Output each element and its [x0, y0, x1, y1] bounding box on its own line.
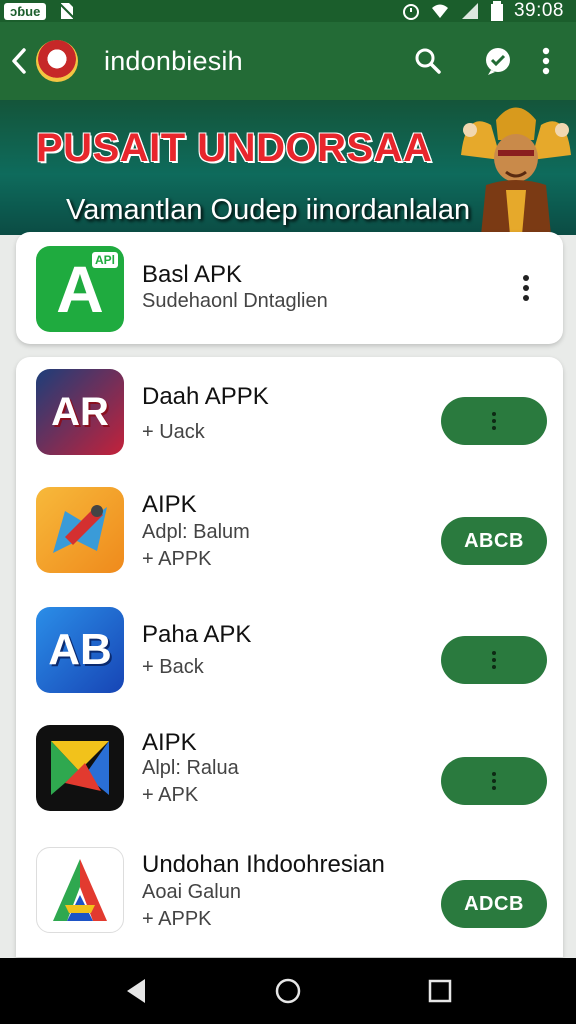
- app-meta-secondary: + APPK: [142, 908, 212, 930]
- button-dots-icon: [492, 412, 496, 430]
- app-icon-ar: AR: [36, 369, 124, 455]
- nav-back-button[interactable]: [106, 961, 166, 1021]
- featured-app-card[interactable]: A APl Basl APK Sudehaonl Dntaglien: [16, 232, 563, 344]
- app-icon-ab: AB: [36, 607, 124, 693]
- app-name: AIPK: [142, 729, 197, 756]
- chat-button[interactable]: [470, 22, 526, 100]
- featured-app-icon: A APl: [36, 246, 124, 332]
- app-title: indonbiesih: [104, 45, 243, 76]
- app-action-button[interactable]: [441, 636, 547, 684]
- wifi-icon: [431, 4, 448, 18]
- app-name: Undohan Ihdoohresian: [142, 851, 385, 878]
- overflow-menu-icon: [542, 47, 550, 75]
- clock: 39:08: [513, 0, 564, 21]
- system-nav-bar: [0, 958, 576, 1024]
- app-meta-secondary: + APPK: [142, 548, 212, 570]
- carrier-label: ɔɓue: [4, 2, 47, 20]
- app-action-button[interactable]: ADCB: [441, 880, 547, 928]
- button-dots-icon: [492, 772, 496, 790]
- app-meta: + Uack: [142, 421, 205, 443]
- featured-app-subtitle: Sudehaonl Dntaglien: [142, 290, 328, 312]
- app-action-button[interactable]: [441, 397, 547, 445]
- app-list: AR Daah APPK + Uack AIPK Adpl: Balum + A…: [16, 357, 563, 957]
- app-icon-triangles: [36, 725, 124, 811]
- app-meta-secondary: + APK: [142, 784, 199, 806]
- nav-back-icon: [127, 979, 145, 1003]
- app-name: AIPK: [142, 491, 197, 518]
- signal-icon: [461, 3, 478, 19]
- nav-home-icon: [275, 978, 301, 1004]
- featured-more-button[interactable]: [516, 268, 536, 308]
- alarm-icon: [402, 4, 419, 20]
- featured-app-name: Basl APK: [142, 261, 243, 288]
- overflow-menu-button[interactable]: [526, 22, 566, 100]
- app-meta: Alpl: Ralua: [142, 757, 239, 779]
- nav-recents-icon: [428, 979, 452, 1003]
- app-icon-map-pen: [36, 487, 124, 573]
- button-dots-icon: [492, 651, 496, 669]
- promo-banner[interactable]: PUSAIT UNDORSAA Vamantlan Oudep iinordan…: [0, 100, 576, 235]
- app-name: Daah APPK: [142, 383, 269, 410]
- chat-icon: [486, 48, 510, 75]
- banner-subtitle: Vamantlan Oudep iinordanlalan: [66, 194, 471, 226]
- back-button[interactable]: [4, 22, 34, 100]
- search-button[interactable]: [400, 22, 456, 100]
- app-meta: Aoai Galun: [142, 881, 241, 903]
- nav-home-button[interactable]: [258, 961, 318, 1021]
- app-icon-letter-a: [36, 847, 124, 933]
- app-meta: + Back: [142, 656, 204, 678]
- app-action-button[interactable]: ABCB: [441, 517, 547, 565]
- nav-recents-button[interactable]: [410, 961, 470, 1021]
- status-bar: ɔɓue 39:08: [0, 0, 576, 22]
- back-icon: [12, 48, 26, 74]
- garuda-mascot-illustration: [461, 107, 571, 235]
- no-sim-icon: [58, 2, 77, 20]
- search-icon: [415, 48, 441, 74]
- app-bar: indonbiesih: [0, 22, 576, 100]
- banner-title: PUSAIT UNDORSAA: [36, 126, 433, 170]
- app-name: Paha APK: [142, 621, 252, 648]
- app-logo: [36, 40, 78, 82]
- app-meta: Adpl: Balum: [142, 521, 250, 543]
- app-action-button[interactable]: [441, 757, 547, 805]
- battery-icon: [490, 1, 503, 21]
